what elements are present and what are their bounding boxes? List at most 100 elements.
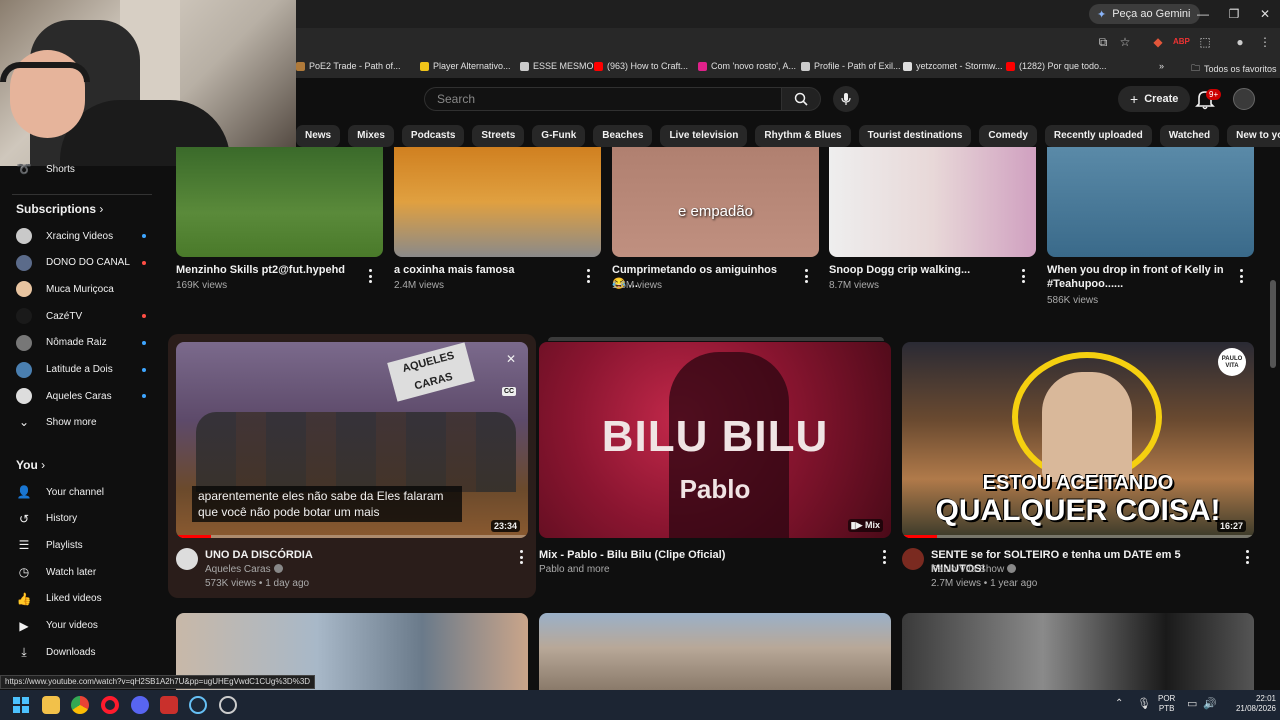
chrome-icon[interactable] [71, 696, 89, 714]
subscription-item[interactable]: Xracing Videos [16, 227, 146, 245]
close-window-icon[interactable]: ✕ [1255, 5, 1275, 23]
sidebar-item-history[interactable]: ↺ History [16, 510, 146, 528]
more-bookmarks-chevron-icon[interactable]: » [1159, 61, 1164, 71]
extension-icon[interactable]: ◆ [1150, 34, 1166, 50]
show-more-button[interactable]: ⌄ Show more [16, 413, 146, 431]
maximize-icon[interactable]: ❐ [1224, 5, 1244, 23]
short-menu-icon[interactable] [585, 269, 591, 283]
discord-icon[interactable] [131, 696, 149, 714]
short-title[interactable]: Snoop Dogg crip walking... [829, 263, 1009, 277]
short-thumbnail[interactable] [176, 147, 383, 257]
video-thumbnail[interactable] [539, 613, 891, 690]
filter-chip[interactable]: Watched [1159, 125, 1220, 147]
channel-name[interactable]: Pablo and more [539, 563, 610, 577]
video-thumbnail[interactable] [902, 613, 1254, 690]
opera-icon[interactable] [101, 696, 119, 714]
bookmark-item[interactable]: yetzcomet - Stormw... [903, 61, 1003, 71]
short-menu-icon[interactable] [1020, 269, 1026, 283]
filter-chip[interactable]: Rhythm & Blues [755, 125, 851, 147]
volume-icon[interactable]: 🔊 [1203, 697, 1217, 710]
filter-chip[interactable]: Tourist destinations [858, 125, 972, 147]
create-button[interactable]: + Create [1118, 86, 1191, 112]
gemini-button[interactable]: ✦ Peça ao Gemini [1089, 4, 1201, 24]
video-thumbnail[interactable]: BILU BILU Pablo ▮▶ Mix [539, 342, 891, 538]
short-title[interactable]: Menzinho Skills pt2@fut.hypehd [176, 263, 356, 277]
video-thumbnail[interactable]: AQUELES CARAS aparentemente eles não sabe… [176, 342, 528, 538]
search-input[interactable]: Search [424, 87, 782, 111]
sidebar-item-channel[interactable]: 👤 Your channel [16, 483, 146, 501]
clock[interactable]: 22:01 21/08/2026 [1230, 694, 1276, 714]
you-heading[interactable]: You › [16, 458, 45, 472]
channel-avatar[interactable] [176, 548, 198, 570]
adblock-icon[interactable]: ABP [1173, 34, 1190, 50]
app-icon[interactable] [160, 696, 178, 714]
short-thumbnail[interactable] [829, 147, 1036, 257]
microphone-tray-icon[interactable]: 🎙 [1137, 697, 1151, 710]
filter-chip[interactable]: News [296, 125, 341, 147]
network-icon[interactable]: ▭ [1187, 697, 1197, 710]
app-icon[interactable] [219, 696, 237, 714]
video-menu-icon[interactable] [1244, 550, 1250, 564]
all-bookmarks-folder[interactable]: 🗀 Todos os favoritos [1191, 61, 1277, 77]
video-menu-icon[interactable] [518, 550, 524, 564]
sidebar-item-shorts[interactable]: ➰ Shorts [16, 160, 146, 178]
bookmark-item[interactable]: ESSE MESMO [520, 61, 594, 71]
filter-chip[interactable]: Podcasts [401, 125, 465, 147]
filter-chip[interactable]: Comedy [979, 125, 1037, 147]
short-menu-icon[interactable] [803, 269, 809, 283]
browser-menu-icon[interactable]: ⋮ [1257, 34, 1273, 50]
video-title[interactable]: Mix - Pablo - Bilu Bilu (Clipe Oficial) [539, 548, 869, 562]
voice-search-button[interactable] [833, 86, 859, 112]
bookmark-star-icon[interactable]: ☆ [1117, 34, 1133, 50]
tray-overflow-icon[interactable]: ⌃ [1115, 698, 1123, 709]
sidebar-item-watch-later[interactable]: ◷ Watch later [16, 563, 146, 581]
video-title[interactable]: UNO DA DISCÓRDIA [205, 548, 505, 562]
filter-chip[interactable]: Recently uploaded [1044, 125, 1152, 147]
sidebar-item-your-videos[interactable]: ▶ Your videos [16, 617, 146, 635]
subscription-item[interactable]: Aqueles Caras [16, 387, 146, 405]
filter-chip[interactable]: Live television [660, 125, 748, 147]
short-menu-icon[interactable] [367, 269, 373, 283]
subscription-item[interactable]: Muca Muriçoca [16, 280, 146, 298]
bookmark-item[interactable]: Com 'novo rosto', A... [698, 61, 796, 71]
bookmark-item[interactable]: Profile - Path of Exil... [801, 61, 901, 71]
video-thumbnail[interactable]: PAULO VITA ESTOU ACEITANDO QUALQUER COIS… [902, 342, 1254, 538]
filter-chip[interactable]: Streets [472, 125, 525, 147]
bookmark-item[interactable]: Player Alternativo... [420, 61, 511, 71]
channel-avatar[interactable] [902, 548, 924, 570]
subscriptions-heading[interactable]: Subscriptions › [16, 202, 103, 216]
windows-start-icon[interactable] [12, 696, 30, 714]
channel-name[interactable]: Aqueles Caras [205, 563, 283, 577]
page-scrollbar[interactable] [1270, 280, 1276, 368]
file-explorer-icon[interactable] [42, 696, 60, 714]
bookmark-item[interactable]: (963) How to Craft... [594, 61, 688, 71]
sidebar-item-playlists[interactable]: ☰ Playlists [16, 536, 146, 554]
subscription-item[interactable]: Nômade Raiz [16, 334, 146, 352]
account-avatar[interactable] [1233, 88, 1255, 110]
profile-icon[interactable]: ● [1232, 34, 1248, 50]
short-menu-icon[interactable] [1238, 269, 1244, 283]
bookmark-item[interactable]: (1282) Por que todo... [1006, 61, 1107, 71]
video-menu-icon[interactable] [881, 550, 887, 564]
subscription-item[interactable]: DONO DO CANAL [16, 254, 146, 272]
short-title[interactable]: a coxinha mais famosa [394, 263, 574, 277]
short-title[interactable]: When you drop in front of Kelly in #Teah… [1047, 263, 1227, 291]
minimize-icon[interactable]: — [1193, 5, 1213, 23]
sidebar-item-downloads[interactable]: ⤓ Downloads [16, 643, 146, 661]
filter-chip[interactable]: New to you [1227, 125, 1280, 147]
short-thumbnail[interactable] [1047, 147, 1254, 257]
subscription-item[interactable]: Latitude a Dois [16, 361, 146, 379]
steam-icon[interactable] [189, 696, 207, 714]
close-preview-icon[interactable]: ✕ [506, 352, 516, 366]
channel-name[interactable]: Paulo Vita Show [931, 563, 1017, 577]
subscription-item[interactable]: CazéTV [16, 307, 146, 325]
short-thumbnail[interactable]: e empadão [612, 147, 819, 257]
install-app-icon[interactable]: ⧉ [1095, 34, 1111, 50]
filter-chip[interactable]: Mixes [348, 125, 394, 147]
bookmark-item[interactable]: PoE2 Trade - Path of... [296, 61, 401, 71]
short-thumbnail[interactable] [394, 147, 601, 257]
filter-chip[interactable]: Beaches [593, 125, 653, 147]
language-indicator[interactable]: POR PTB [1158, 694, 1175, 714]
search-button[interactable] [781, 87, 821, 111]
extensions-puzzle-icon[interactable]: ⬚ [1197, 34, 1213, 50]
